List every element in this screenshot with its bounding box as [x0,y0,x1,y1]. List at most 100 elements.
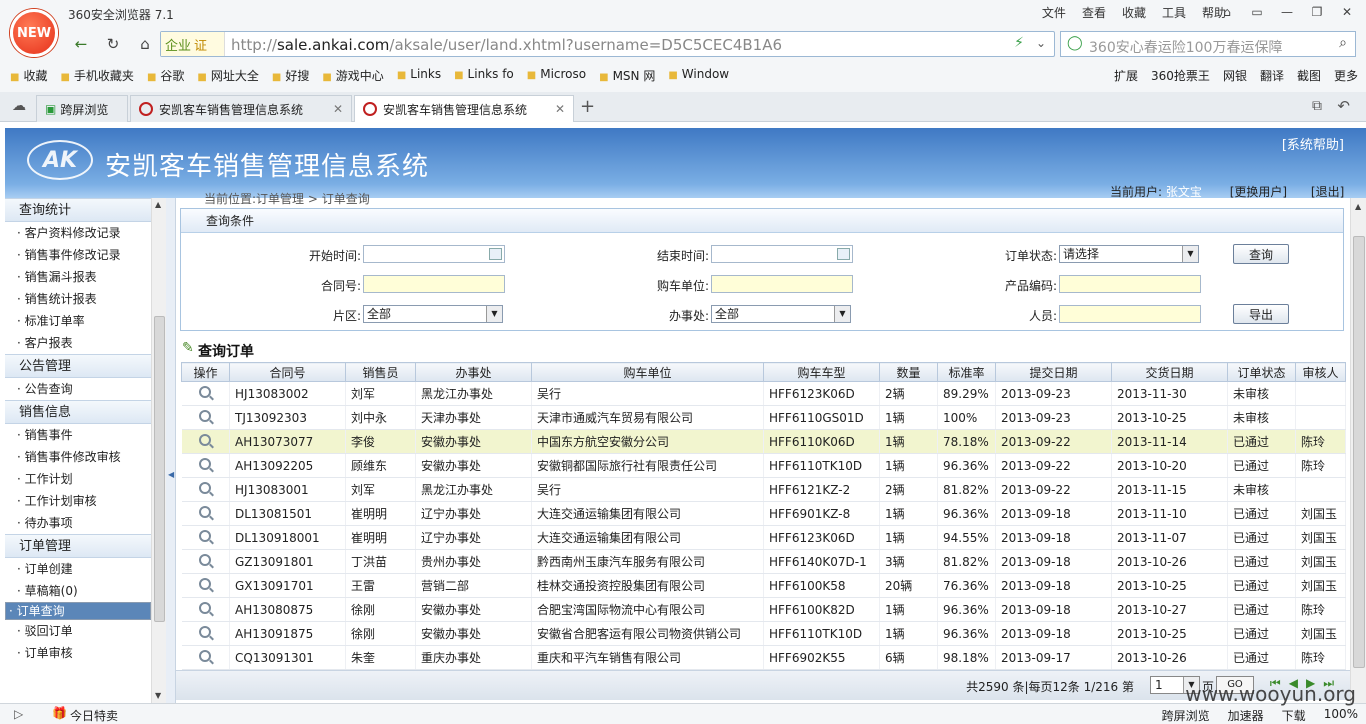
row-action[interactable] [181,501,230,526]
sidebar-section[interactable]: 查询统计 [5,198,151,222]
calendar-icon[interactable] [837,248,850,260]
row-action[interactable] [181,549,230,574]
sidebar-section[interactable]: 销售信息 [5,400,151,424]
skin-icon[interactable]: ▭ [1244,2,1270,22]
favorite-item[interactable]: MSN 网 [599,67,656,84]
view-icon[interactable] [199,554,212,566]
menu-item[interactable]: 文件 [1042,4,1066,21]
row-action[interactable] [181,381,230,406]
view-icon[interactable] [199,482,212,494]
sidebar-item[interactable]: 工作计划审核 [5,490,151,512]
switch-user-link[interactable]: [更换用户] [1230,185,1287,199]
start-time-input[interactable] [363,245,505,263]
sidebar-item[interactable]: 公告查询 [5,378,151,400]
row-action[interactable] [181,573,230,598]
table-row[interactable]: DL13081501 崔明明 辽宁办事处 大连交通运输集团有限公司 HFF6901KZ-… [181,501,1346,526]
toolbar-item[interactable]: 扩展 [1114,67,1138,84]
favorite-item[interactable]: Links fo [454,67,514,84]
contract-no-input[interactable] [363,275,505,293]
favorite-item[interactable]: 游戏中心 [322,67,384,84]
sidebar-splitter[interactable]: ◀ [166,198,176,703]
toolbar-item[interactable]: 360抢票王 [1151,67,1210,84]
menu-item[interactable]: 收藏 [1122,4,1146,21]
favorite-item[interactable]: 好搜 [272,67,309,84]
query-button[interactable]: 查询 [1233,244,1289,264]
toolbar-item[interactable]: 更多 [1334,67,1358,84]
favorite-item[interactable]: Microso [527,67,586,84]
view-icon[interactable] [199,458,212,470]
sidebar-item[interactable]: 客户资料修改记录 [5,222,151,244]
tab-close-icon[interactable]: ✕ [555,102,565,116]
sidebar-item[interactable]: 客户报表 [5,332,151,354]
row-action[interactable] [181,525,230,550]
sidebar-item[interactable]: 销售事件 [5,424,151,446]
table-row[interactable]: AH13080875 徐刚 安徽办事处 合肥宝湾国际物流中心有限公司 HFF6100K8… [181,597,1346,622]
row-action[interactable] [181,477,230,502]
sidebar-item[interactable]: 订单查询 [5,602,151,620]
area-select[interactable]: 全部 ▼ [363,305,503,323]
tab-sales-2[interactable]: 安凯客车销售管理信息系统 ✕ [354,95,574,122]
table-row[interactable]: AH13092205 顾维东 安徽办事处 安徽铜都国际旅行社有限责任公司 HFF6110… [181,453,1346,478]
order-status-select[interactable]: 请选择 ▼ [1059,245,1199,263]
home-icon[interactable]: ⌂ [1214,2,1240,22]
favorite-item[interactable]: Links [397,67,441,84]
status-item[interactable]: 下载 [1282,707,1306,724]
home-nav-icon[interactable]: ⌂ [134,34,156,54]
table-row[interactable]: CQ13091301 朱奎 重庆办事处 重庆和平汽车销售有限公司 HFF6902K55 6… [181,645,1346,670]
table-row[interactable]: TJ13092303 刘中永 天津办事处 天津市通威汽车贸易有限公司 HFF6110GS… [181,405,1346,430]
collapse-icon[interactable]: ◀ [168,470,174,479]
favorite-item[interactable]: 手机收藏夹 [60,67,134,84]
row-action[interactable] [181,405,230,430]
url-text[interactable]: http://sale.ankai.com/aksale/user/land.x… [231,36,782,54]
today-deals-link[interactable]: 今日特卖 [70,707,118,724]
sidebar-item[interactable]: 销售统计报表 [5,288,151,310]
minimize-icon[interactable]: — [1274,2,1300,22]
favorite-item[interactable]: Window [668,67,729,84]
toolbar-item[interactable]: 截图 [1297,67,1321,84]
enterprise-badge[interactable]: 企业证 [161,32,225,56]
close-icon[interactable]: ✕ [1334,2,1360,22]
row-action[interactable] [181,645,230,670]
search-engine-icon[interactable]: ◯ [1067,35,1083,51]
sidebar-item[interactable]: 草稿箱(0) [5,580,151,602]
back-icon[interactable]: ← [70,34,92,54]
view-icon[interactable] [199,602,212,614]
table-row[interactable]: HJ13083002 刘军 黑龙江办事处 吴行 HFF6123K06D 2辆 89.29% 2… [181,381,1346,406]
tab-close-icon[interactable]: ✕ [333,102,343,116]
view-icon[interactable] [199,578,212,590]
search-input[interactable]: 360安心春运险100万春运保障 [1089,37,1282,57]
table-row[interactable]: AH13073077 李俊 安徽办事处 中国东方航空安徽分公司 HFF6110K06D 1… [181,429,1346,454]
sidebar-item[interactable]: 驳回订单 [5,620,151,642]
view-icon[interactable] [199,506,212,518]
undo-close-icon[interactable]: ↶ [1337,97,1350,115]
sidebar-scroll-thumb[interactable] [154,316,165,622]
sidebar-toggle-icon[interactable]: ▷ [14,707,23,721]
favorite-item[interactable]: 网址大全 [197,67,259,84]
sidebar-section[interactable]: 订单管理 [5,534,151,558]
calendar-icon[interactable] [489,248,502,260]
new-tab-icon[interactable]: + [580,96,595,117]
person-input[interactable] [1059,305,1201,323]
table-row[interactable]: DL130918001 崔明明 辽宁办事处 大连交通运输集团有限公司 HFF6123K0… [181,525,1346,550]
search-box[interactable]: ◯ 360安心春运险100万春运保障 ⌕ [1060,31,1356,57]
view-icon[interactable] [199,434,212,446]
menu-item[interactable]: 查看 [1082,4,1106,21]
favorite-item[interactable]: 谷歌 [147,67,184,84]
view-icon[interactable] [199,530,212,542]
browser-logo[interactable]: NEW [10,9,58,57]
status-item[interactable]: 跨屏浏览 [1162,707,1210,724]
favorite-item[interactable]: 收藏 [10,67,47,84]
url-box[interactable]: 企业证 http://sale.ankai.com/aksale/user/la… [160,31,1055,57]
tab-sales-1[interactable]: 安凯客车销售管理信息系统 ✕ [130,95,352,122]
speed-icon[interactable]: ⚡ [1014,35,1024,51]
export-button[interactable]: 导出 [1233,304,1289,324]
view-icon[interactable] [199,626,212,638]
product-code-input[interactable] [1059,275,1201,293]
logout-link[interactable]: [退出] [1311,185,1344,199]
sidebar-item[interactable]: 订单审核 [5,642,151,664]
scroll-down-icon[interactable]: ▼ [155,691,161,700]
status-item[interactable]: 100% [1324,707,1358,724]
sidebar-item[interactable]: 工作计划 [5,468,151,490]
sidebar-item[interactable]: 订单创建 [5,558,151,580]
end-time-input[interactable] [711,245,853,263]
